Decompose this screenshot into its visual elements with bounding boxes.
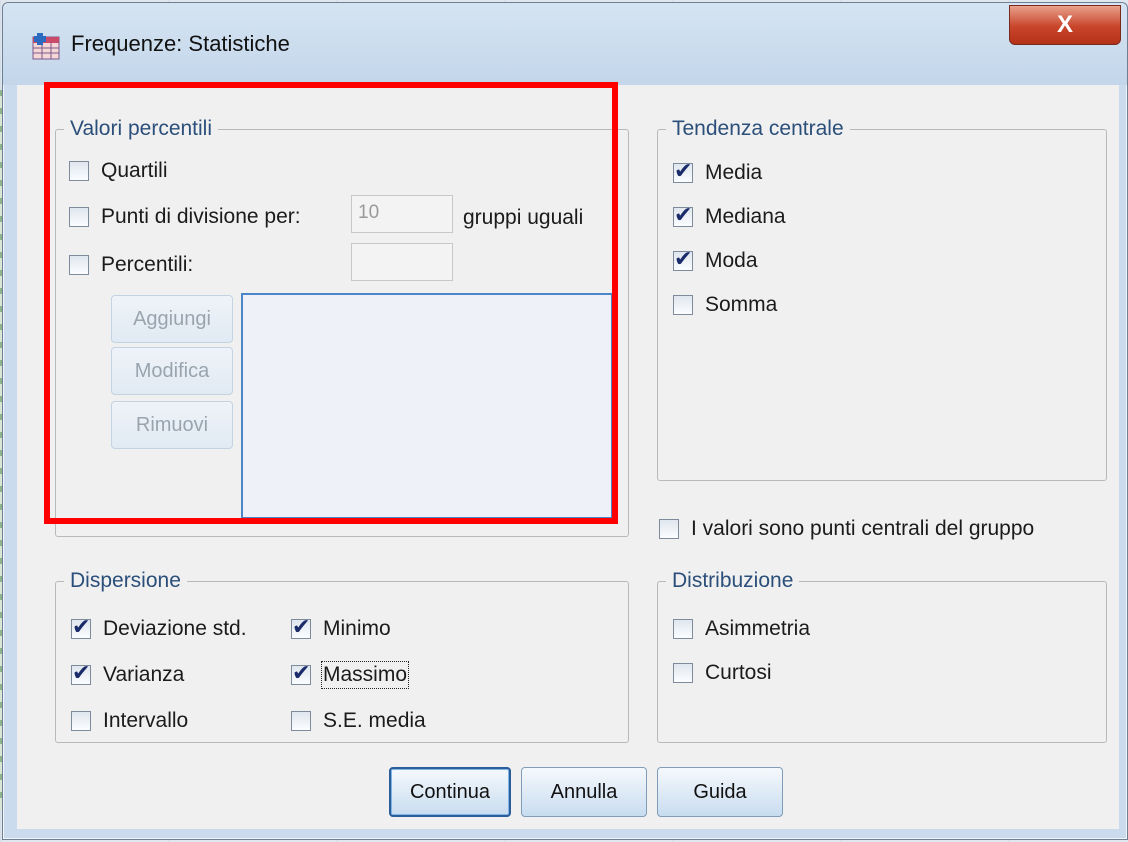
- aggiungi-button[interactable]: Aggiungi: [111, 295, 233, 343]
- varianza-checkbox[interactable]: Varianza: [71, 660, 185, 687]
- massimo-label: Massimo: [320, 661, 410, 689]
- massimo-checkbox[interactable]: Massimo: [291, 660, 410, 689]
- percentili-checkbox[interactable]: Percentili:: [69, 253, 193, 277]
- deviazione-std-box[interactable]: [71, 614, 91, 640]
- varianza-label: Varianza: [103, 663, 185, 686]
- minimo-label: Minimo: [323, 617, 391, 640]
- punti-divisione-box[interactable]: [69, 207, 89, 227]
- valori-centrali-checkbox[interactable]: I valori sono punti centrali del gruppo: [659, 517, 1034, 541]
- moda-box[interactable]: [673, 246, 693, 272]
- media-checkbox[interactable]: Media: [673, 158, 763, 185]
- percentili-box[interactable]: [69, 255, 89, 275]
- distribuzione-legend: Distribuzione: [672, 569, 794, 592]
- minimo-checkbox[interactable]: Minimo: [291, 614, 391, 641]
- quartili-label: Quartili: [101, 159, 168, 182]
- somma-box[interactable]: [673, 295, 693, 315]
- rimuovi-button[interactable]: Rimuovi: [111, 401, 233, 449]
- annulla-button[interactable]: Annulla: [521, 767, 647, 817]
- minimo-box[interactable]: [291, 614, 311, 640]
- somma-checkbox[interactable]: Somma: [673, 293, 777, 317]
- punti-divisione-checkbox[interactable]: Punti di divisione per:: [69, 205, 301, 229]
- dispersione-legend: Dispersione: [70, 569, 181, 592]
- continua-button[interactable]: Continua: [389, 767, 511, 817]
- close-button[interactable]: X: [1009, 5, 1121, 45]
- quartili-box[interactable]: [69, 161, 89, 181]
- se-media-label: S.E. media: [323, 709, 426, 732]
- valori-percentili-legend: Valori percentili: [70, 117, 213, 140]
- moda-label: Moda: [705, 249, 758, 272]
- valori-centrali-label: I valori sono punti centrali del gruppo: [691, 517, 1035, 540]
- media-box[interactable]: [673, 158, 693, 184]
- mediana-box[interactable]: [673, 202, 693, 228]
- somma-label: Somma: [705, 293, 778, 316]
- intervallo-box[interactable]: [71, 711, 91, 731]
- deviazione-std-checkbox[interactable]: Deviazione std.: [71, 614, 247, 641]
- close-icon: X: [1056, 11, 1073, 38]
- mediana-checkbox[interactable]: Mediana: [673, 202, 786, 229]
- curtosi-label: Curtosi: [705, 661, 772, 684]
- punti-divisione-input[interactable]: 10: [351, 195, 453, 233]
- percentili-list[interactable]: [241, 293, 613, 519]
- dialog-window: Frequenze: Statistiche X Valori percenti…: [2, 2, 1128, 840]
- gruppi-uguali-label: gruppi uguali: [463, 206, 584, 229]
- window-title: Frequenze: Statistiche: [71, 31, 290, 56]
- asimmetria-checkbox[interactable]: Asimmetria: [673, 617, 810, 641]
- tendenza-centrale-legend: Tendenza centrale: [672, 117, 844, 140]
- punti-divisione-label: Punti di divisione per:: [101, 205, 301, 228]
- spss-table-icon: [32, 33, 60, 60]
- asimmetria-box[interactable]: [673, 619, 693, 639]
- media-label: Media: [705, 161, 763, 184]
- intervallo-checkbox[interactable]: Intervallo: [71, 709, 188, 733]
- percentili-input[interactable]: [351, 243, 453, 281]
- mediana-label: Mediana: [705, 205, 786, 228]
- massimo-box[interactable]: [291, 660, 311, 686]
- se-media-checkbox[interactable]: S.E. media: [291, 709, 426, 733]
- guida-button[interactable]: Guida: [657, 767, 783, 817]
- modifica-button[interactable]: Modifica: [111, 347, 233, 395]
- percentili-label: Percentili:: [101, 253, 194, 276]
- dialog-client: Valori percentili Quartili Punti di divi…: [17, 85, 1119, 829]
- curtosi-box[interactable]: [673, 663, 693, 683]
- curtosi-checkbox[interactable]: Curtosi: [673, 661, 772, 685]
- title-bar[interactable]: Frequenze: Statistiche X: [3, 3, 1127, 85]
- asimmetria-label: Asimmetria: [705, 617, 811, 640]
- varianza-box[interactable]: [71, 660, 91, 686]
- valori-centrali-box[interactable]: [659, 519, 679, 539]
- distribuzione-group: Distribuzione: [657, 569, 1107, 743]
- moda-checkbox[interactable]: Moda: [673, 246, 758, 273]
- deviazione-std-label: Deviazione std.: [103, 617, 247, 640]
- se-media-box[interactable]: [291, 711, 311, 731]
- quartili-checkbox[interactable]: Quartili: [69, 159, 168, 183]
- intervallo-label: Intervallo: [103, 709, 189, 732]
